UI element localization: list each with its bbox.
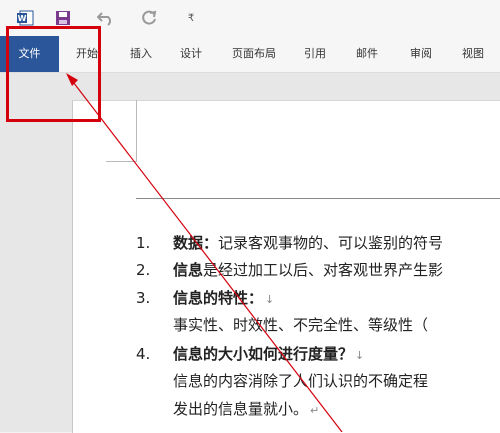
annotation-arrow bbox=[66, 73, 343, 432]
